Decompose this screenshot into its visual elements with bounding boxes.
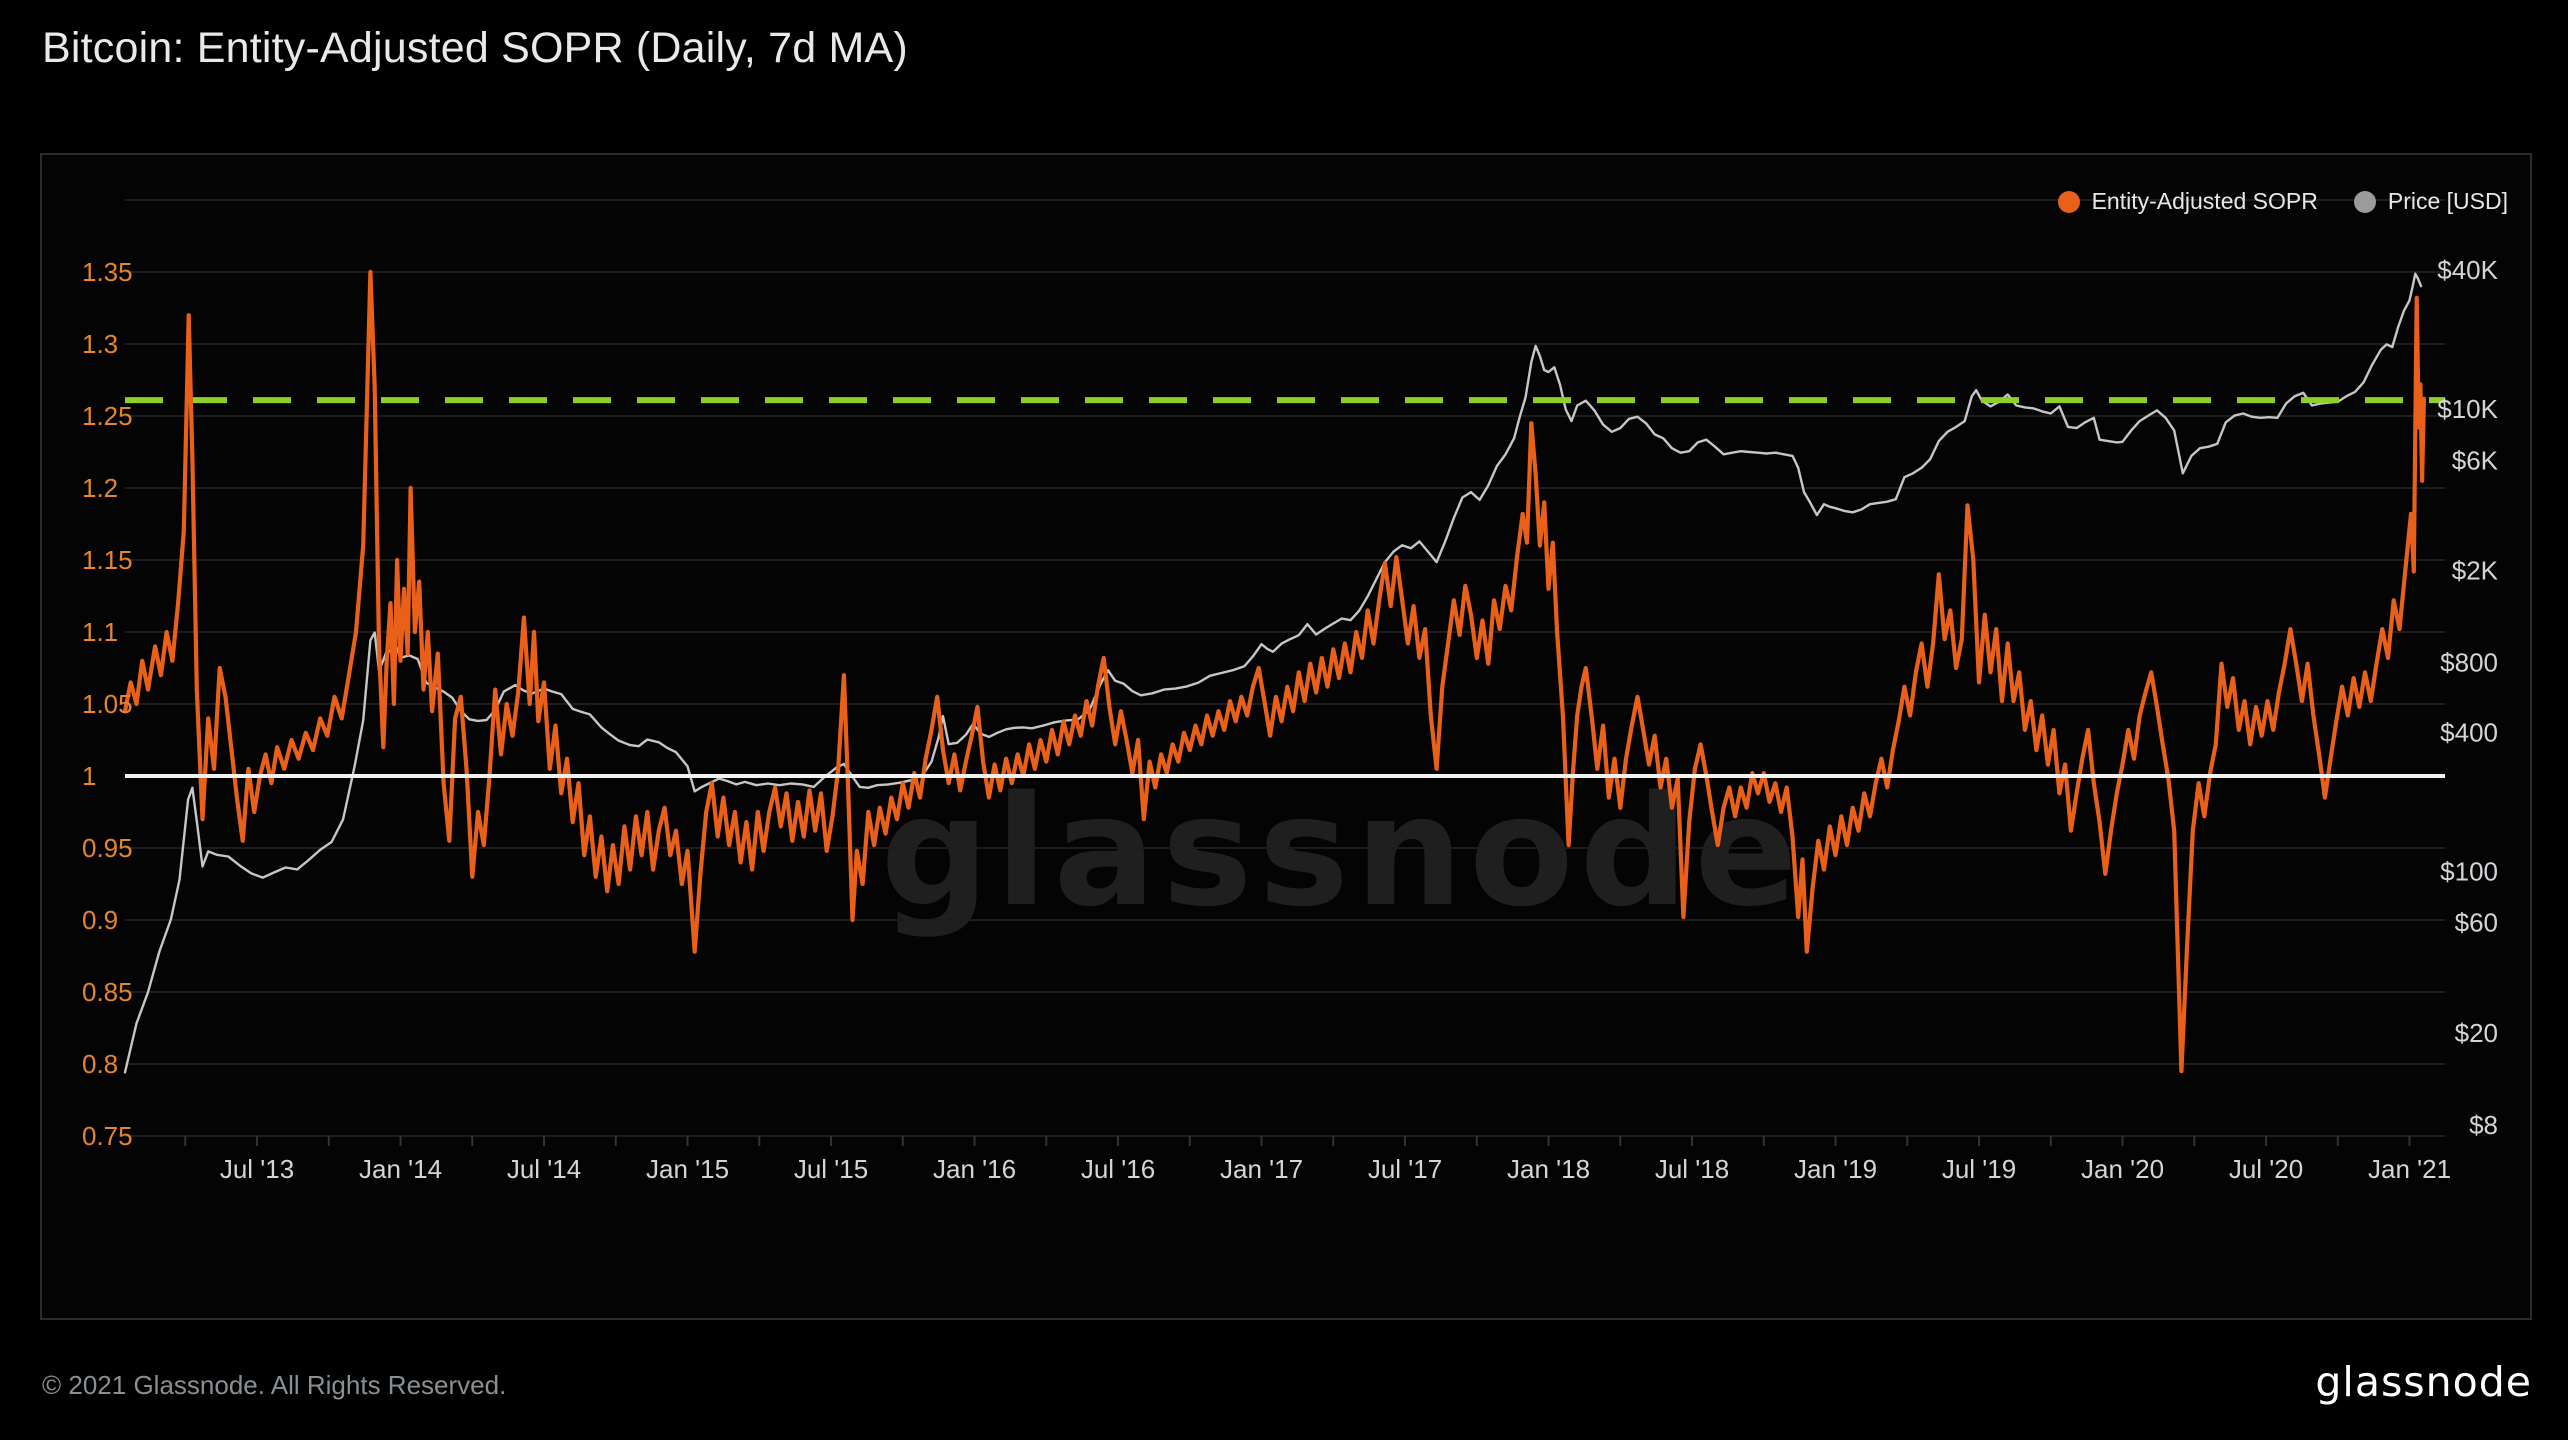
left-axis-tick-label: 0.85 (82, 977, 133, 1007)
copyright-text: © 2021 Glassnode. All Rights Reserved. (42, 1370, 506, 1401)
left-axis-tick-label: 1 (82, 761, 96, 791)
x-axis-tick-label: Jan '19 (1794, 1154, 1877, 1184)
x-axis-tick-label: Jul '17 (1368, 1154, 1442, 1184)
right-axis-tick-label: $40K (2437, 255, 2498, 285)
legend-label: Entity-Adjusted SOPR (2092, 188, 2318, 215)
right-axis-tick-label: $2K (2452, 556, 2499, 586)
x-axis-tick-label: Jul '19 (1942, 1154, 2016, 1184)
right-axis-tick-label: $800 (2440, 648, 2498, 678)
x-axis-tick-label: Jan '18 (1507, 1154, 1590, 1184)
chart-plot-area[interactable]: 1.35 1.3 1.25 1.2 1.15 1.1 1.05 1 0.95 0.9 0.85 0.8… (0, 0, 2568, 1440)
left-axis-tick-label: 1.35 (82, 257, 133, 287)
right-axis-tick-label: $60 (2455, 908, 2498, 938)
legend-item-entity-adjusted-sopr[interactable]: Entity-Adjusted SOPR (2058, 188, 2318, 215)
x-axis-tick-label: Jan '20 (2081, 1154, 2164, 1184)
glassnode-chart-page: Bitcoin: Entity-Adjusted SOPR (Daily, 7d… (0, 0, 2568, 1440)
right-axis-tick-label: $8 (2469, 1110, 2498, 1140)
right-axis-tick-label: $10K (2437, 394, 2498, 424)
x-axis-tick-label: Jan '17 (1220, 1154, 1303, 1184)
x-axis-tick-label: Jan '16 (933, 1154, 1016, 1184)
glassnode-logo: glassnode (2315, 1358, 2532, 1406)
x-axis-tick-label: Jul '16 (1081, 1154, 1155, 1184)
price-legend-dot-icon (2354, 191, 2376, 213)
left-axis-tick-label: 1.05 (82, 689, 133, 719)
left-axis-tick-label: 1.15 (82, 545, 133, 575)
x-axis-tick-label: Jul '18 (1655, 1154, 1729, 1184)
legend-item-price-usd[interactable]: Price [USD] (2354, 188, 2508, 215)
left-axis-tick-label: 0.9 (82, 905, 118, 935)
x-axis-tick-label: Jul '15 (794, 1154, 868, 1184)
right-axis-tick-label: $400 (2440, 717, 2498, 747)
x-axis-tick-label: Jan '15 (646, 1154, 729, 1184)
left-axis-tick-label: 1.1 (82, 617, 118, 647)
x-axis-tick-label: Jul '20 (2229, 1154, 2303, 1184)
x-axis-tick-label: Jan '14 (359, 1154, 442, 1184)
left-axis-tick-label: 0.95 (82, 833, 133, 863)
chart-legend: Entity-Adjusted SOPR Price [USD] (2058, 188, 2508, 215)
legend-label: Price [USD] (2388, 188, 2508, 215)
sopr-legend-dot-icon (2058, 191, 2080, 213)
left-axis-tick-label: 1.3 (82, 329, 118, 359)
x-axis-tick-label: Jul '14 (507, 1154, 581, 1184)
left-axis-tick-label: 0.75 (82, 1121, 133, 1151)
right-axis-tick-label: $6K (2452, 445, 2499, 475)
x-axis-tick-label: Jan '21 (2368, 1154, 2451, 1184)
x-axis-tick-label: Jul '13 (220, 1154, 294, 1184)
left-axis-tick-label: 1.25 (82, 401, 133, 431)
left-axis-tick-label: 0.8 (82, 1049, 118, 1079)
right-axis-tick-label: $100 (2440, 856, 2498, 886)
left-axis-tick-label: 1.2 (82, 473, 118, 503)
right-axis-tick-label: $20 (2455, 1018, 2498, 1048)
